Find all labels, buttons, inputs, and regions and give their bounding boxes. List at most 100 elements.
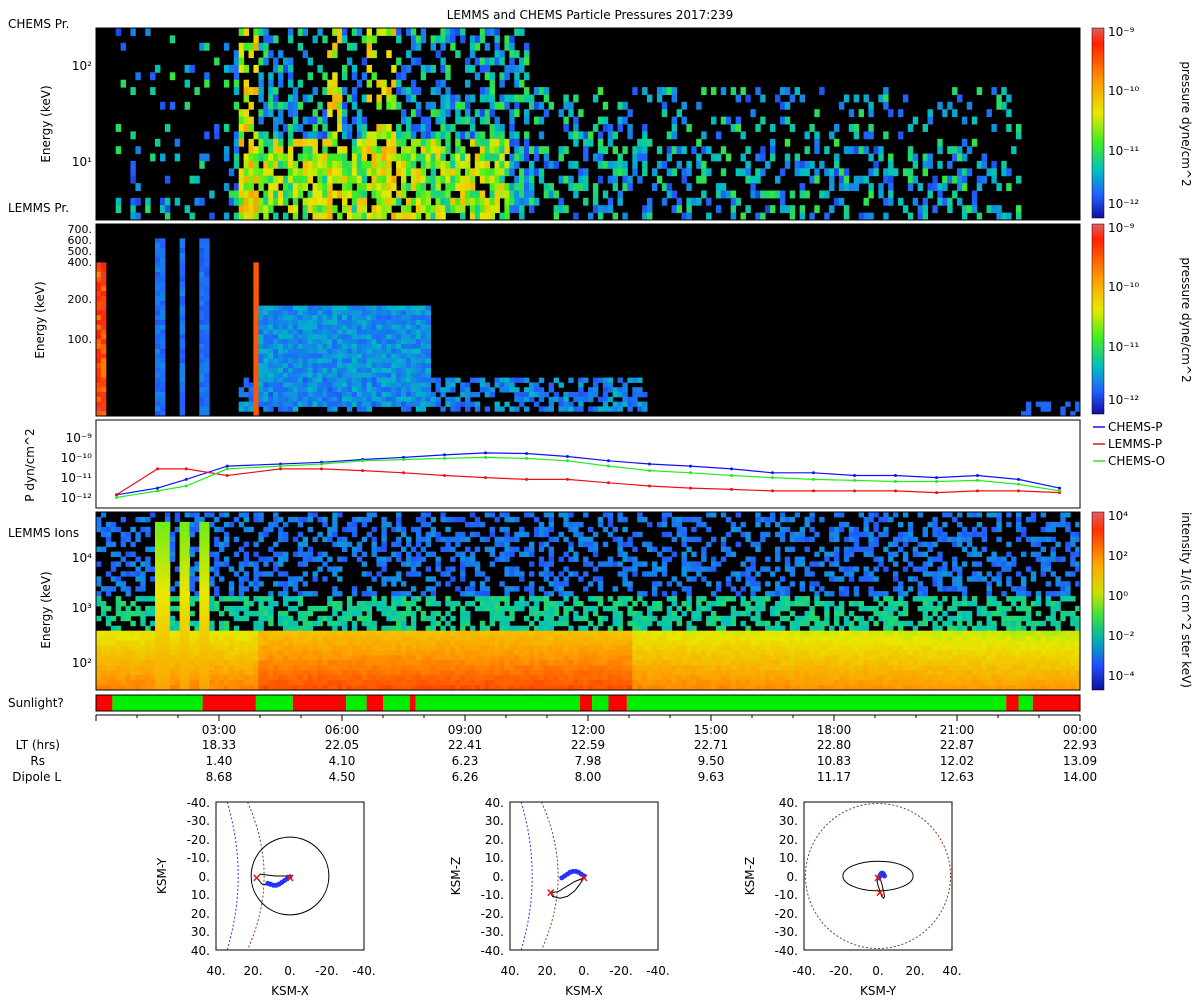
spectrogram-cell xyxy=(322,401,328,407)
data-point xyxy=(1017,482,1020,486)
spectrogram-cell xyxy=(287,344,294,350)
intensity-cell xyxy=(312,660,318,666)
spectrogram-cell xyxy=(612,146,618,155)
intensity-cell xyxy=(287,620,294,627)
colorbar-1-tick-3: 10⁻¹² xyxy=(1108,197,1139,211)
intensity-cell xyxy=(145,655,151,661)
spectrogram-cell xyxy=(351,168,358,177)
intensity-cell xyxy=(184,556,190,562)
spectrogram-cell xyxy=(824,168,830,177)
spectrogram-cell xyxy=(361,334,368,340)
spectrogram-cell xyxy=(273,153,279,162)
intensity-cell xyxy=(474,605,481,612)
spectrogram-cell xyxy=(450,168,456,177)
data-point xyxy=(730,467,733,471)
spectrogram-cell xyxy=(706,212,712,221)
spectrogram-cell xyxy=(888,175,894,184)
spectrogram-cell xyxy=(1006,124,1012,132)
spectrogram-cell xyxy=(622,160,628,169)
intensity-cell xyxy=(499,610,505,617)
intensity-cell xyxy=(130,620,136,627)
intensity-cell xyxy=(386,610,392,617)
intensity-cell xyxy=(155,635,161,641)
spectrogram-cell xyxy=(312,183,318,191)
intensity-cell xyxy=(273,512,279,518)
spectrogram-cell xyxy=(440,109,446,118)
spectrogram-cell xyxy=(425,212,431,221)
spectrogram-cell xyxy=(573,406,579,412)
intensity-cell xyxy=(322,551,328,557)
spectrogram-cell xyxy=(514,138,520,147)
spectrogram-cell xyxy=(558,406,564,412)
spectrogram-cell xyxy=(100,339,107,345)
spectrogram-cell xyxy=(342,363,348,369)
intensity-cell xyxy=(258,645,264,651)
spectrogram-cell xyxy=(455,50,461,59)
spectrogram-cell xyxy=(381,153,387,162)
spectrogram-cell xyxy=(597,212,604,221)
intensity-cell xyxy=(499,620,505,627)
spectrogram-cell xyxy=(435,183,441,191)
intensity-cell xyxy=(160,635,166,641)
spectrogram-cell xyxy=(135,183,141,191)
spectrogram-cell xyxy=(499,101,505,110)
spectrogram-cell xyxy=(937,138,943,147)
spectrogram-cell xyxy=(509,406,515,412)
spectrogram-cell xyxy=(666,146,673,155)
intensity-cell xyxy=(283,665,289,671)
intensity-cell xyxy=(292,625,299,632)
spectrogram-cell xyxy=(420,320,427,326)
intensity-cell xyxy=(430,650,436,656)
spectrogram-cell xyxy=(425,320,431,326)
spectrogram-cell xyxy=(376,183,382,191)
spectrogram-cell xyxy=(386,87,392,95)
intensity-cell xyxy=(209,655,215,661)
spectrogram-cell xyxy=(504,382,510,388)
intensity-cell xyxy=(164,536,171,543)
intensity-cell xyxy=(420,546,427,552)
intensity-cell xyxy=(489,675,495,681)
intensity-cell xyxy=(145,645,151,651)
intensity-cell xyxy=(351,526,358,533)
intensity-cell xyxy=(150,655,156,661)
spectrogram-cell xyxy=(96,315,102,321)
spectrogram-cell xyxy=(450,42,456,51)
spectrogram-cell xyxy=(115,146,122,155)
intensity-cell xyxy=(258,655,264,661)
spectrogram-cell xyxy=(445,101,451,110)
spectrogram-cell xyxy=(499,382,505,388)
intensity-cell xyxy=(499,655,505,661)
intensity-cell xyxy=(214,586,220,592)
spectrogram-cell xyxy=(283,382,289,388)
intensity-cell xyxy=(440,516,446,523)
spectrogram-cell xyxy=(681,116,687,125)
spectrogram-cell xyxy=(278,131,284,140)
spectrogram-cell xyxy=(415,35,422,44)
spectrogram-cell xyxy=(430,35,436,44)
intensity-cell xyxy=(474,566,481,572)
intensity-cell xyxy=(214,601,220,607)
intensity-cell xyxy=(292,665,299,671)
spectrogram-cell xyxy=(322,329,328,335)
intensity-cell xyxy=(110,615,117,622)
spectrogram-cell xyxy=(386,168,392,177)
spectrogram-cell xyxy=(243,205,249,214)
intensity-cell xyxy=(155,610,161,617)
spectrogram-cell xyxy=(883,197,889,206)
spectrogram-cell xyxy=(494,406,500,412)
spectrogram-cell xyxy=(287,101,294,110)
spectrogram-cell xyxy=(258,57,264,66)
spectrogram-cell xyxy=(243,197,249,206)
intensity-cell xyxy=(96,665,102,671)
data-point xyxy=(484,476,487,480)
spectrogram-cell xyxy=(381,348,387,355)
spectrogram-cell xyxy=(907,153,914,162)
data-point xyxy=(115,493,118,497)
spectrogram-cell xyxy=(391,94,397,103)
spectrogram-cell xyxy=(332,339,338,345)
intensity-cell xyxy=(209,521,215,528)
spectrogram-cell xyxy=(150,87,156,95)
intensity-cell xyxy=(160,670,166,676)
intensity-cell xyxy=(410,615,417,622)
spectrogram-cell xyxy=(396,153,402,162)
